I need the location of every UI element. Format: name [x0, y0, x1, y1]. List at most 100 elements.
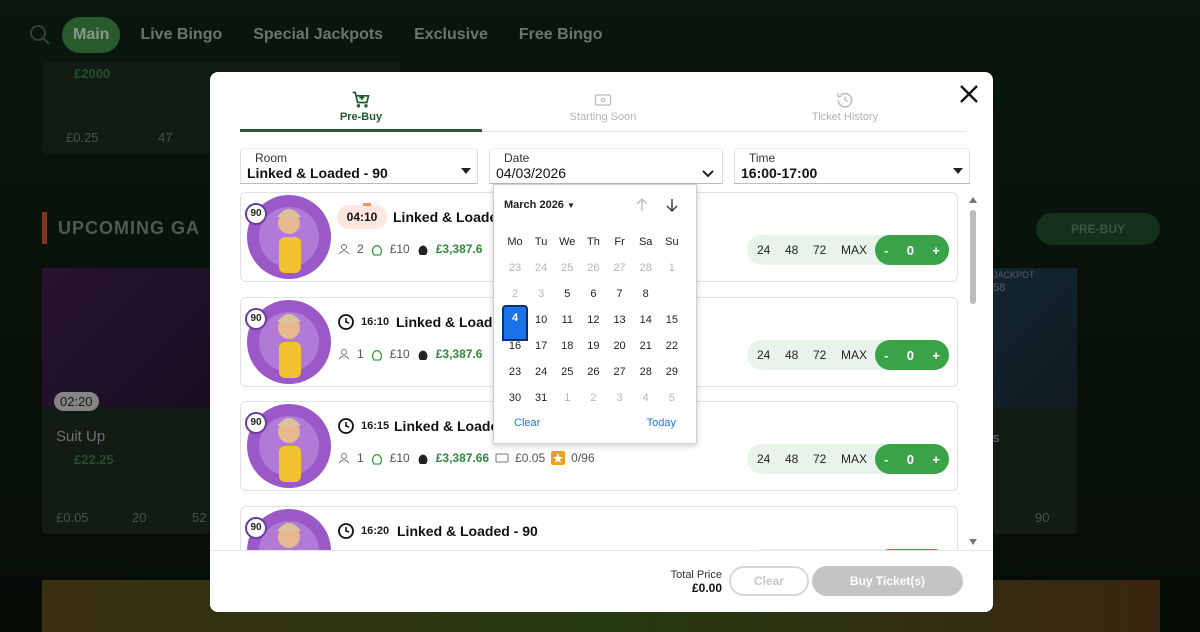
quantity-selector: 24 48 72 MAX - 0 +	[747, 340, 949, 370]
players-icon	[338, 244, 350, 255]
clear-button[interactable]: Clear	[729, 566, 809, 596]
scrollbar-thumb[interactable]	[970, 210, 976, 304]
calendar-day[interactable]: 26	[580, 359, 606, 385]
calendar-day[interactable]: 30	[502, 385, 528, 411]
game-start-time: 16:15	[361, 420, 390, 432]
minus-button[interactable]: -	[884, 243, 888, 258]
calendar-day[interactable]: 7	[607, 281, 633, 307]
calendar-day[interactable]: 19	[580, 333, 606, 359]
calendar-day[interactable]: 20	[607, 333, 633, 359]
calendar-day[interactable]: 24	[528, 359, 554, 385]
date-select[interactable]: Date 04/03/2026	[489, 148, 723, 184]
clock-icon	[338, 523, 354, 539]
calendar-day[interactable]: 28	[633, 359, 659, 385]
calendar-day[interactable]: 22	[659, 333, 685, 359]
calendar-day[interactable]: 4	[633, 385, 659, 411]
game-title: Linked & Loade	[394, 418, 499, 434]
minus-button[interactable]: -	[884, 452, 888, 467]
calendar-day[interactable]: 23	[502, 255, 528, 281]
modal-footer: Total Price £0.00 Clear Buy Ticket(s)	[210, 550, 993, 612]
weekday-header: Mo Tu We Th Fr Sa Su	[502, 229, 692, 255]
qty-24[interactable]: 24	[757, 452, 775, 466]
calendar-day[interactable]: 5	[659, 385, 685, 411]
tab-ticket-history[interactable]: Ticket History	[724, 90, 966, 131]
calendar-day[interactable]: 3	[528, 281, 554, 307]
calendar-day[interactable]: 1	[554, 385, 580, 411]
calendar-today-button[interactable]: Today	[647, 417, 676, 429]
scrollbar[interactable]	[969, 196, 977, 546]
qty-max[interactable]: MAX	[841, 348, 871, 362]
ticket-price: £0.05	[515, 451, 546, 465]
time-label: Time	[749, 151, 776, 165]
month-selector[interactable]: March 2026 ▼	[504, 199, 575, 211]
qty-max[interactable]: MAX	[841, 452, 871, 466]
calendar-day[interactable]: 27	[607, 359, 633, 385]
calendar-day[interactable]: 12	[580, 307, 606, 333]
calendar-day[interactable]: 13	[607, 307, 633, 333]
calendar-day[interactable]: 29	[659, 359, 685, 385]
qty-72[interactable]: 72	[813, 452, 831, 466]
time-select[interactable]: Time 16:00-17:00	[734, 148, 970, 184]
ball-badge: 90	[245, 517, 267, 539]
game-stats: 1 £10 £3,387.6	[337, 346, 482, 362]
qty-72[interactable]: 72	[813, 348, 831, 362]
plus-button[interactable]: +	[932, 243, 940, 258]
calendar-grid: Mo Tu We Th Fr Sa Su 23 24 25 26 27 28 1…	[502, 229, 692, 411]
game-title: Linked & Loade	[393, 209, 498, 225]
calendar-day[interactable]: 23	[502, 359, 528, 385]
calendar-clear-button[interactable]: Clear	[514, 417, 540, 429]
calendar-day[interactable]: 15	[659, 307, 685, 333]
calendar-day[interactable]: 1	[659, 255, 685, 281]
calendar-day[interactable]: 14	[633, 307, 659, 333]
next-month-icon[interactable]	[664, 197, 680, 213]
calendar-day[interactable]: 26	[580, 255, 606, 281]
room-value: Linked & Loaded - 90	[247, 165, 388, 181]
calendar-day[interactable]: 17	[528, 333, 554, 359]
list-item[interactable]: 90 16:20 Linked & Loaded - 90 24 48 72 M…	[240, 506, 958, 552]
minus-button[interactable]: -	[884, 348, 888, 363]
calendar-day-selected[interactable]: 4	[502, 305, 528, 341]
plus-button[interactable]: +	[932, 452, 940, 467]
weekday-label: Tu	[534, 236, 548, 248]
calendar-day[interactable]: 5	[554, 281, 580, 307]
calendar-day[interactable]: 11	[554, 307, 580, 333]
scroll-down-icon[interactable]	[969, 538, 977, 546]
buy-tickets-button[interactable]: Buy Ticket(s)	[812, 566, 963, 596]
calendar-day[interactable]: 3	[607, 385, 633, 411]
calendar-day[interactable]: 6	[580, 281, 606, 307]
calendar-day[interactable]: 21	[633, 333, 659, 359]
previous-month-icon[interactable]	[634, 197, 650, 213]
calendar-day[interactable]: 2	[580, 385, 606, 411]
tab-pre-buy[interactable]: Pre-Buy	[240, 90, 482, 132]
calendar-day[interactable]: 18	[554, 333, 580, 359]
plus-button[interactable]: +	[932, 348, 940, 363]
scroll-up-icon[interactable]	[969, 196, 977, 204]
calendar-day[interactable]: 31	[528, 385, 554, 411]
room-select[interactable]: Room Linked & Loaded - 90	[240, 148, 478, 184]
calendar-day[interactable]: 10	[528, 307, 554, 333]
calendar-day[interactable]: 25	[554, 359, 580, 385]
calendar-day[interactable]: 24	[528, 255, 554, 281]
chevron-down-icon	[953, 168, 963, 174]
players-count: 1	[357, 347, 364, 361]
game-stats: 1 £10 £3,387.66 £0.05 0/96	[337, 450, 595, 466]
qty-max[interactable]: MAX	[841, 243, 871, 257]
chevron-down-icon	[461, 168, 471, 174]
qty-48[interactable]: 48	[785, 243, 803, 257]
calendar-day[interactable]: 27	[607, 255, 633, 281]
qty-72[interactable]: 72	[813, 243, 831, 257]
tab-ticket-history-label: Ticket History	[811, 111, 879, 123]
qty-24[interactable]: 24	[757, 243, 775, 257]
calendar-day[interactable]: 8	[633, 281, 659, 307]
players-count: 2	[357, 242, 364, 256]
qty-value: 0	[906, 347, 914, 363]
tab-starting-soon[interactable]: Starting Soon	[482, 90, 724, 131]
calendar-day[interactable]: 25	[554, 255, 580, 281]
qty-48[interactable]: 48	[785, 348, 803, 362]
calendar-day[interactable]: 2	[502, 281, 528, 307]
qty-24[interactable]: 24	[757, 348, 775, 362]
calendar-week: 9 10 11 12 13 14 15	[502, 307, 692, 333]
qty-48[interactable]: 48	[785, 452, 803, 466]
calendar-day[interactable]: 28	[633, 255, 659, 281]
game-stats: 2 £10 £3,387.6	[337, 241, 482, 257]
